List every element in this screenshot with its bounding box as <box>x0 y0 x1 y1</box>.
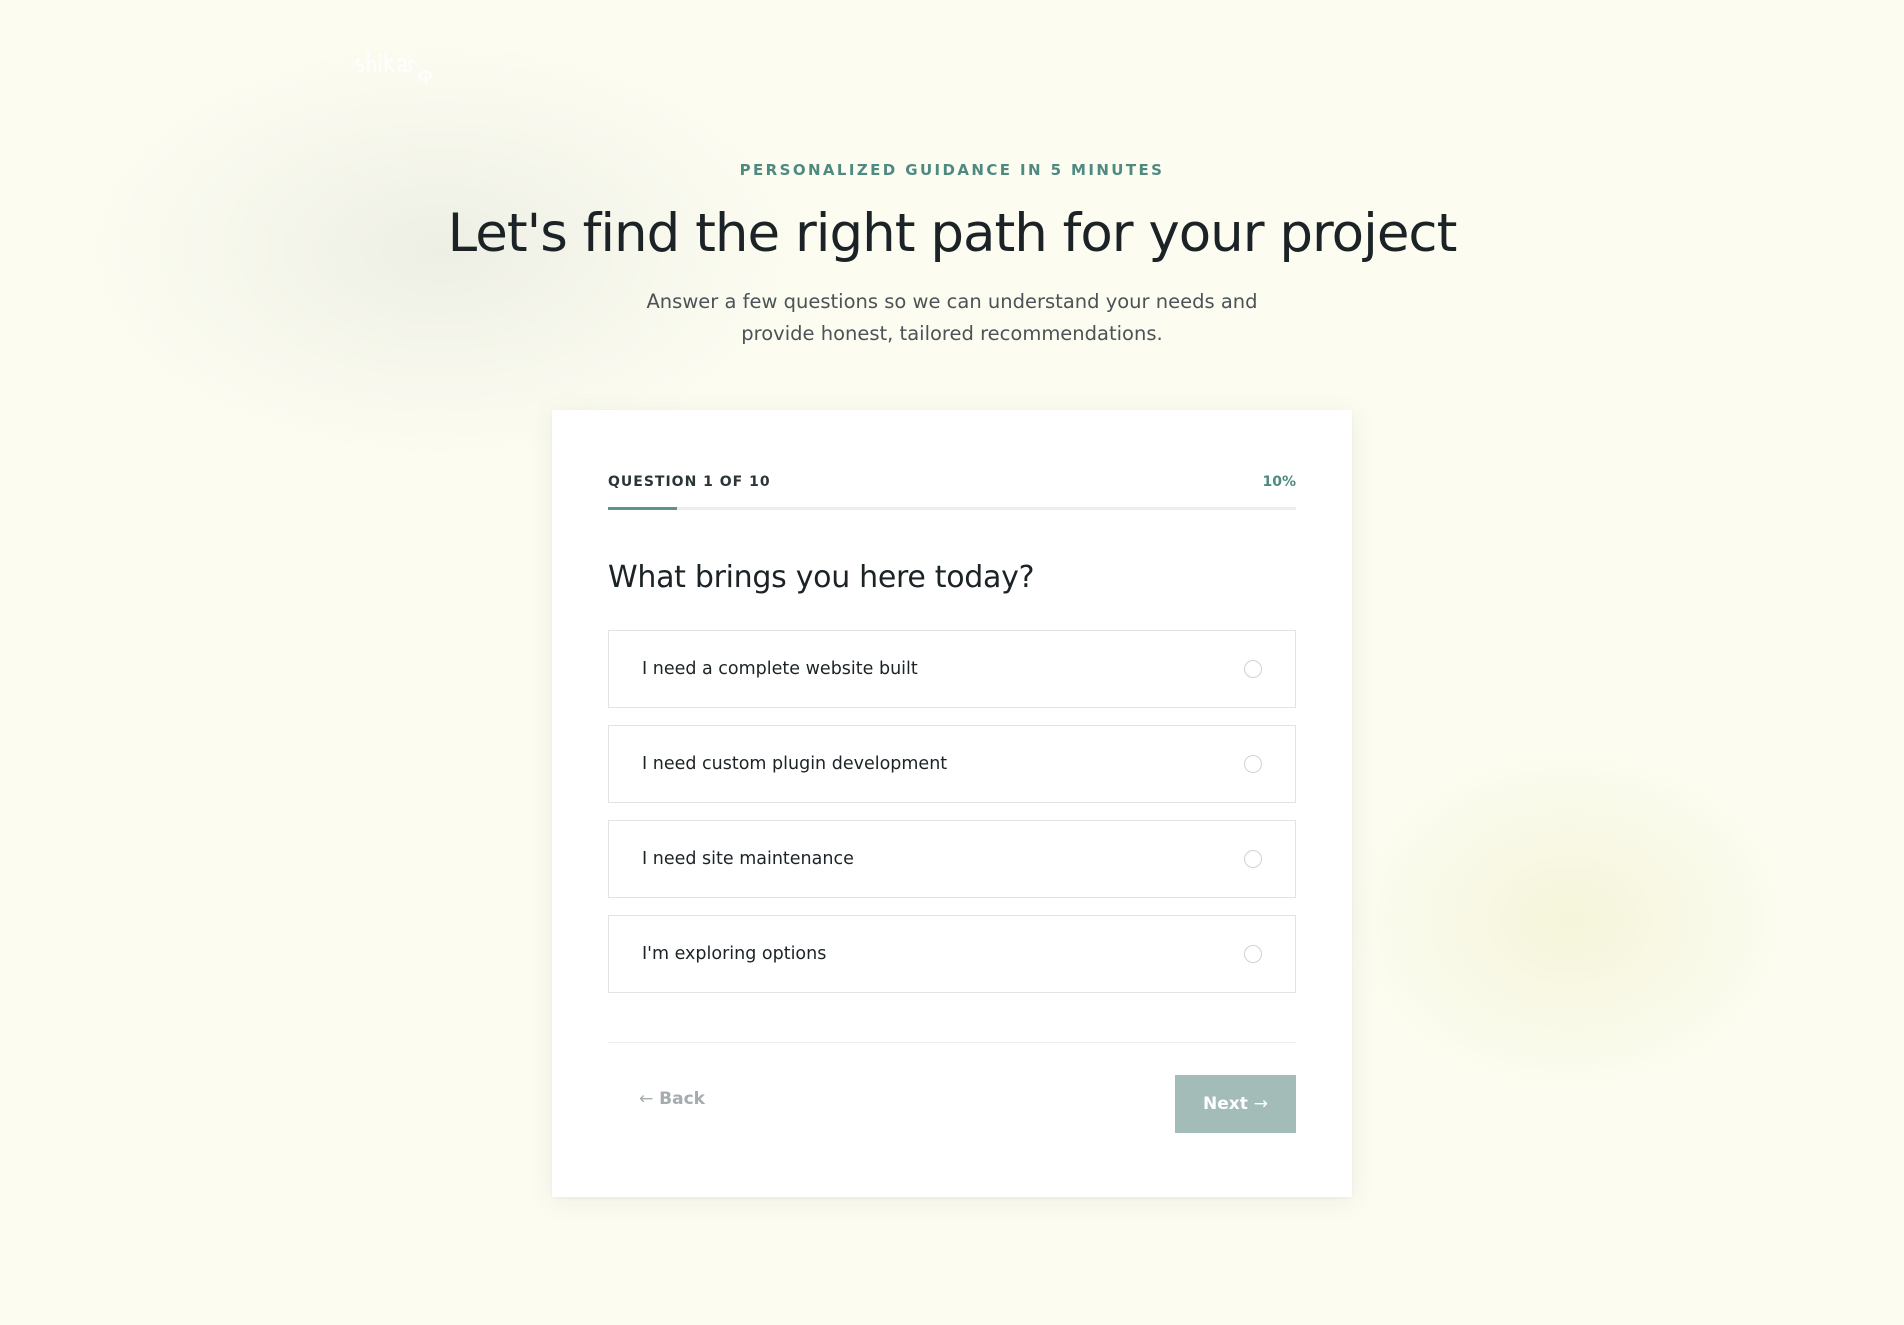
hero-eyebrow: PERSONALIZED GUIDANCE IN 5 MINUTES <box>739 161 1165 179</box>
hero: PERSONALIZED GUIDANCE IN 5 MINUTES Let's… <box>0 158 1904 350</box>
logo[interactable] <box>356 50 442 86</box>
back-button[interactable]: ← Back <box>639 1084 705 1114</box>
option-label: I'm exploring options <box>642 944 827 964</box>
radio-button[interactable] <box>1244 850 1262 868</box>
option-label: I need custom plugin development <box>642 754 948 774</box>
back-label: Back <box>659 1089 705 1109</box>
question-count: QUESTION 1 OF 10 <box>608 474 771 490</box>
radio-button[interactable] <box>1244 755 1262 773</box>
background-glow-right <box>1340 740 1800 1100</box>
hero-subtitle: Answer a few questions so we can underst… <box>646 290 1258 345</box>
progress-bar-fill <box>608 507 677 510</box>
answer-options: I need a complete website built I need c… <box>608 630 1296 1010</box>
arrow-left-icon: ← <box>639 1089 654 1109</box>
option-custom-plugin[interactable]: I need custom plugin development <box>608 725 1296 803</box>
arrow-right-icon: → <box>1253 1094 1269 1114</box>
progress-header: QUESTION 1 OF 10 10% <box>608 474 1296 494</box>
progress-percent: 10% <box>1262 474 1296 490</box>
question-text: What brings you here today? <box>608 560 1035 595</box>
next-button[interactable]: Next → <box>1175 1075 1296 1133</box>
radio-button[interactable] <box>1244 660 1262 678</box>
footer-divider <box>608 1042 1296 1043</box>
option-exploring[interactable]: I'm exploring options <box>608 915 1296 993</box>
page-title: Let's find the right path for your proje… <box>447 203 1458 264</box>
radio-button[interactable] <box>1244 945 1262 963</box>
next-label: Next <box>1202 1094 1248 1114</box>
progress-bar <box>608 507 1296 510</box>
option-complete-website[interactable]: I need a complete website built <box>608 630 1296 708</box>
option-site-maintenance[interactable]: I need site maintenance <box>608 820 1296 898</box>
quiz-card: QUESTION 1 OF 10 10% What brings you her… <box>552 410 1352 1197</box>
option-label: I need site maintenance <box>642 849 854 869</box>
option-label: I need a complete website built <box>642 659 918 679</box>
